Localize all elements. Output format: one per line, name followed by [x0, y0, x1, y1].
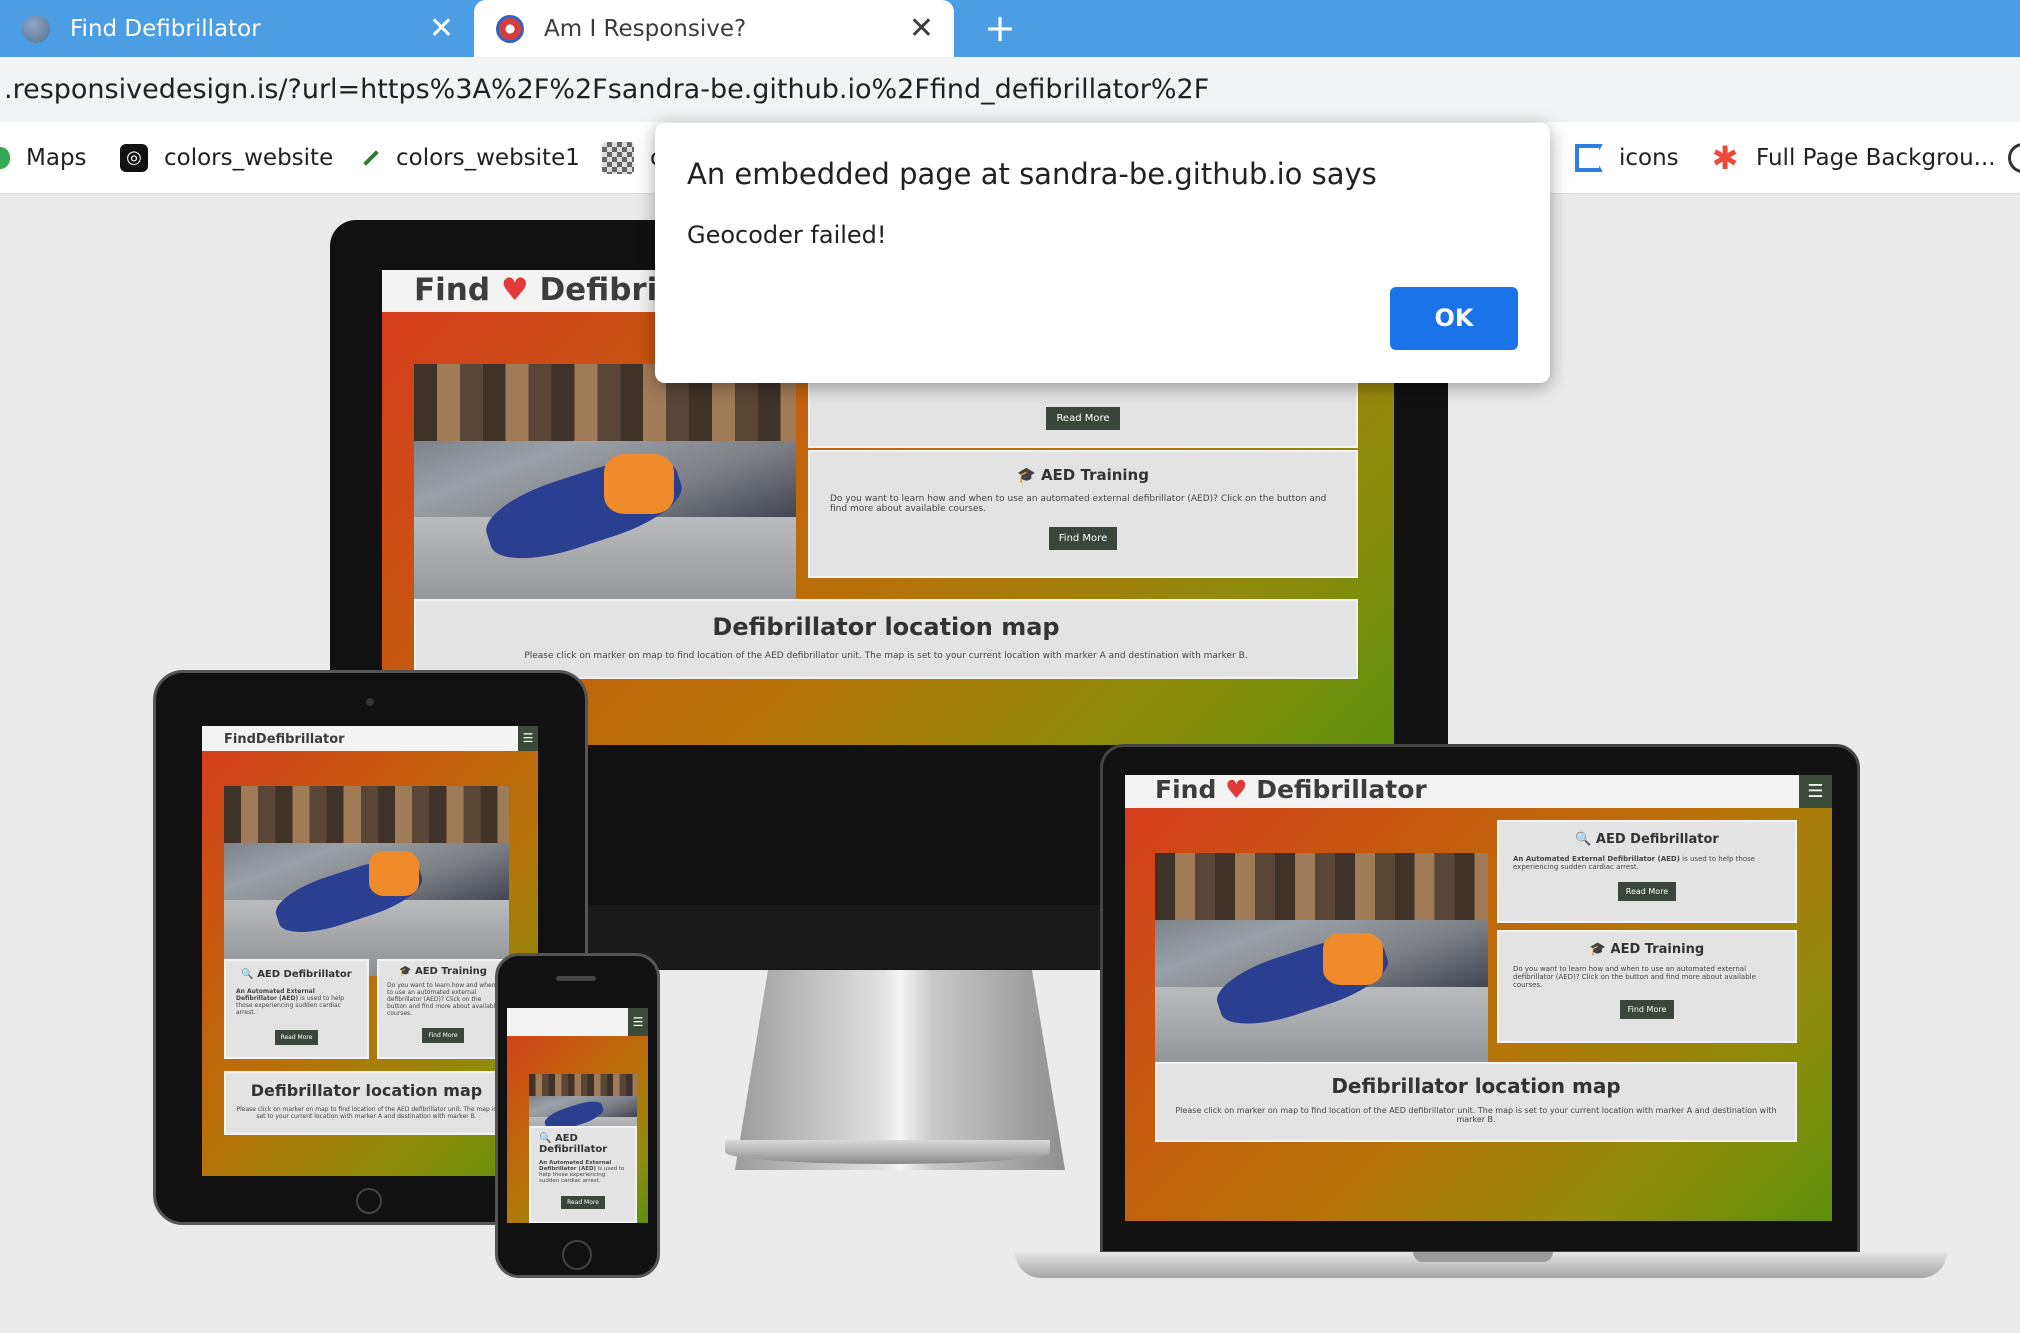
card-aed-defibrillator: 🔍 AED Defibrillator An Automated Externa…	[1497, 820, 1797, 923]
colors-icon: ◎	[120, 144, 148, 172]
graduation-cap-icon: 🎓	[1589, 942, 1607, 957]
find-more-button[interactable]: Find More	[1619, 1000, 1675, 1019]
address-bar[interactable]: .responsivedesign.is/?url=https%3A%2F%2F…	[0, 57, 2020, 122]
new-tab-button[interactable]: +	[980, 8, 1020, 48]
site-header: FindDefibrillator ☰	[202, 726, 538, 751]
read-more-button[interactable]: Read More	[561, 1196, 605, 1209]
card-aed-training: 🎓 AED Training Do you want to learn how …	[1497, 930, 1797, 1043]
heart-icon: ♥	[500, 272, 529, 308]
grid-icon	[602, 142, 634, 174]
card-aed-defibrillator: 🔍 AED Defibrillator An Automated External…	[529, 1126, 637, 1223]
monitor-stand-base	[725, 1140, 1050, 1164]
card-title-line-2: Defibrillator	[539, 1144, 608, 1155]
map-title: Defibrillator location map	[712, 613, 1060, 641]
brand-defibrillator: Defibrillator	[1256, 775, 1427, 804]
globe-icon	[22, 14, 50, 43]
menu-icon[interactable]: ☰	[628, 1008, 648, 1036]
bookmark-label: icons	[1619, 145, 1679, 171]
pen-icon	[363, 150, 379, 166]
flag-icon	[1575, 144, 1603, 172]
bookmark-maps[interactable]: Maps	[0, 122, 87, 194]
am-i-responsive-icon	[496, 14, 524, 43]
bookmark-label: colors_website1	[396, 145, 580, 171]
search-icon: 🔍	[241, 969, 254, 980]
card-text: Do you want to learn how and when to use…	[387, 982, 499, 1017]
bookmark-label: Full Page Backgrou...	[1756, 145, 1996, 171]
dialog-message: Geocoder failed!	[687, 221, 887, 249]
site-header: Find ♥ Defibrillator ☰	[1125, 775, 1832, 808]
card-title: AED Defibrillator	[257, 969, 352, 980]
map-title: Defibrillator location map	[1331, 1074, 1621, 1098]
card-title: AED Training	[1610, 942, 1705, 957]
close-tab-icon[interactable]: ✕	[909, 13, 934, 44]
bookmark-colors-website[interactable]: ◎ colors_website	[120, 122, 333, 194]
card-aed-defibrillator: 🔍 AED Defibrillator An Automated Externa…	[224, 959, 369, 1059]
ok-button[interactable]: OK	[1390, 287, 1518, 350]
asterisk-icon: ✱	[1711, 139, 1739, 177]
tablet-home-button[interactable]	[356, 1188, 382, 1214]
brand-compact: FindDefibrillator	[224, 732, 345, 747]
map-section: Defibrillator location map Please click …	[1155, 1062, 1797, 1142]
phone-home-button[interactable]	[562, 1240, 592, 1270]
map-section: Defibrillator location map Please click …	[224, 1071, 509, 1135]
read-more-button[interactable]: Read More	[274, 1030, 319, 1045]
laptop-screen: Find ♥ Defibrillator ☰ 🔍 AED Defibrillat…	[1125, 775, 1832, 1221]
hero-image	[414, 364, 796, 619]
url-text: .responsivedesign.is/?url=https%3A%2F%2F…	[4, 74, 1210, 105]
bookmark-label: Maps	[26, 145, 87, 171]
phone-screen: ☰ 🔍 AED Defibrillator An Automated Extern…	[507, 1008, 648, 1223]
tab-title: Am I Responsive?	[544, 15, 747, 42]
card-title: AED Training	[1040, 466, 1149, 484]
close-tab-icon[interactable]: ✕	[429, 13, 454, 44]
graduation-cap-icon: 🎓	[399, 966, 412, 977]
menu-icon[interactable]: ☰	[518, 726, 538, 751]
card-title: AED Defibrillator	[1595, 832, 1719, 847]
find-more-button[interactable]: Find More	[422, 1028, 464, 1043]
hero-image	[224, 786, 509, 976]
phone-speaker	[556, 976, 596, 981]
tab-title: Find Defibrillator	[70, 15, 261, 42]
circle-icon	[2008, 143, 2020, 173]
tab-am-i-responsive[interactable]: Am I Responsive? ✕	[474, 0, 954, 57]
read-more-button[interactable]: Read More	[1617, 882, 1677, 901]
read-more-button[interactable]: Read More	[1046, 407, 1120, 430]
bookmark-partial[interactable]: c	[602, 122, 663, 194]
menu-icon[interactable]: ☰	[1799, 775, 1832, 808]
site-header: ☰	[507, 1008, 648, 1036]
bookmark-label: colors_website	[164, 145, 334, 171]
bookmark-full-page-background[interactable]: ✱ Full Page Backgrou...	[1710, 122, 1996, 194]
card-aed-training: 🎓 AED Training Do you want to learn how …	[377, 959, 509, 1059]
card-read-more: Read More	[808, 380, 1358, 448]
card-title: AED Training	[414, 966, 487, 977]
map-text: Please click on marker on map to find lo…	[1175, 1106, 1777, 1124]
heart-icon: ♥	[1225, 775, 1248, 804]
tab-find-defibrillator[interactable]: Find Defibrillator ✕	[0, 0, 474, 57]
alert-dialog: An embedded page at sandra-be.github.io …	[655, 123, 1550, 383]
card-aed-training: 🎓 AED Training Do you want to learn how …	[808, 450, 1358, 578]
card-text: Do you want to learn how and when to use…	[1513, 965, 1756, 989]
graduation-cap-icon: 🎓	[1017, 466, 1036, 484]
laptop-notch	[1413, 1252, 1553, 1262]
brand-find: Find	[1155, 775, 1217, 804]
map-text: Please click on marker on map to find lo…	[524, 651, 1248, 661]
maps-icon	[0, 147, 10, 169]
tablet-screen: FindDefibrillator ☰ 🔍 AED Defibrillator …	[202, 726, 538, 1176]
map-text: Please click on marker on map to find lo…	[236, 1106, 497, 1120]
search-icon: 🔍	[1575, 832, 1592, 847]
card-bold-text: An Automated External Defibrillator (AED…	[1513, 855, 1680, 863]
card-text: Do you want to learn how and when to use…	[830, 494, 1327, 514]
map-section: Defibrillator location map Please click …	[414, 599, 1358, 679]
find-more-button[interactable]: Find More	[1048, 527, 1118, 550]
hero-image	[1155, 853, 1488, 1076]
bookmark-colors-website1[interactable]: colors_website1	[362, 122, 580, 194]
dialog-title: An embedded page at sandra-be.github.io …	[687, 157, 1377, 191]
tablet-camera	[366, 698, 374, 706]
bookmark-icons[interactable]: icons	[1575, 122, 1679, 194]
search-icon: 🔍	[539, 1133, 552, 1144]
bookmark-overflow[interactable]	[2008, 122, 2020, 194]
card-title-line-1: AED	[554, 1133, 578, 1144]
map-title: Defibrillator location map	[250, 1081, 483, 1100]
tab-strip: Find Defibrillator ✕ Am I Responsive? ✕ …	[0, 0, 2020, 57]
brand-find: Find	[414, 272, 491, 308]
